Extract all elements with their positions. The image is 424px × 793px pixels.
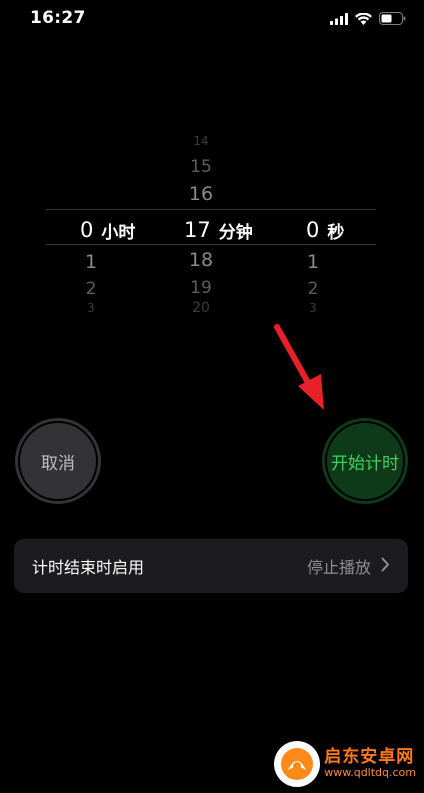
when-timer-ends-row[interactable]: 计时结束时启用 停止播放 bbox=[14, 539, 408, 593]
red-arrow-icon bbox=[274, 324, 324, 410]
watermark-title: 启东安卓网 bbox=[324, 746, 415, 767]
seconds-selected-value: 0 bbox=[306, 218, 320, 242]
start-timer-button-label: 开始计时 bbox=[331, 453, 399, 474]
signal-icon bbox=[330, 10, 348, 29]
chevron-right-icon bbox=[381, 557, 390, 576]
cancel-button[interactable]: 取消 bbox=[15, 418, 101, 504]
hours-selected-value: 0 bbox=[80, 218, 94, 242]
minutes-unit-label: 分钟 bbox=[218, 222, 253, 243]
watermark-url: www.qdltdq.com bbox=[324, 766, 416, 780]
minutes-selected-value: 17 bbox=[184, 218, 211, 242]
start-timer-button[interactable]: 开始计时 bbox=[322, 418, 408, 504]
when-timer-ends-label: 计时结束时启用 bbox=[32, 558, 145, 577]
minutes-wheel[interactable]: 14 15 16 17 分钟 18 19 20 bbox=[156, 130, 266, 322]
minutes-above-3: 16 bbox=[188, 183, 214, 205]
watermark: 启东安卓网 www.qdltdq.com bbox=[274, 741, 416, 787]
watermark-logo-icon bbox=[274, 741, 321, 787]
seconds-selected: 0 秒 bbox=[306, 216, 344, 244]
battery-icon bbox=[379, 10, 406, 29]
hours-below-1: 1 bbox=[84, 251, 98, 273]
hours-wheel[interactable]: 0 小时 1 2 3 bbox=[46, 130, 156, 322]
minutes-above-2: 15 bbox=[190, 157, 212, 177]
seconds-below-1: 1 bbox=[306, 251, 320, 273]
seconds-below-2: 2 bbox=[307, 279, 319, 299]
hours-unit-label: 小时 bbox=[101, 222, 136, 243]
status-time: 16:27 bbox=[30, 8, 86, 28]
minutes-below-2: 19 bbox=[190, 278, 212, 298]
minutes-selected: 17 分钟 bbox=[184, 216, 253, 244]
status-icons bbox=[330, 10, 406, 29]
wifi-icon bbox=[355, 10, 372, 29]
minutes-below-3: 20 bbox=[192, 300, 210, 314]
timer-picker[interactable]: 0 小时 1 2 3 14 15 16 17 分钟 18 19 20 0 秒 1… bbox=[46, 130, 376, 322]
minutes-above-1: 14 bbox=[193, 134, 209, 145]
hours-selected: 0 小时 bbox=[80, 216, 135, 244]
minutes-below-1: 18 bbox=[188, 249, 214, 271]
when-timer-ends-value: 停止播放 bbox=[306, 558, 371, 577]
cancel-button-label: 取消 bbox=[41, 453, 75, 474]
hours-below-2: 2 bbox=[85, 279, 97, 299]
hours-below-3: 3 bbox=[87, 301, 95, 312]
seconds-below-3: 3 bbox=[309, 301, 317, 312]
seconds-wheel[interactable]: 0 秒 1 2 3 bbox=[266, 130, 376, 322]
seconds-unit-label: 秒 bbox=[327, 222, 345, 243]
status-bar: 16:27 bbox=[0, 0, 424, 36]
